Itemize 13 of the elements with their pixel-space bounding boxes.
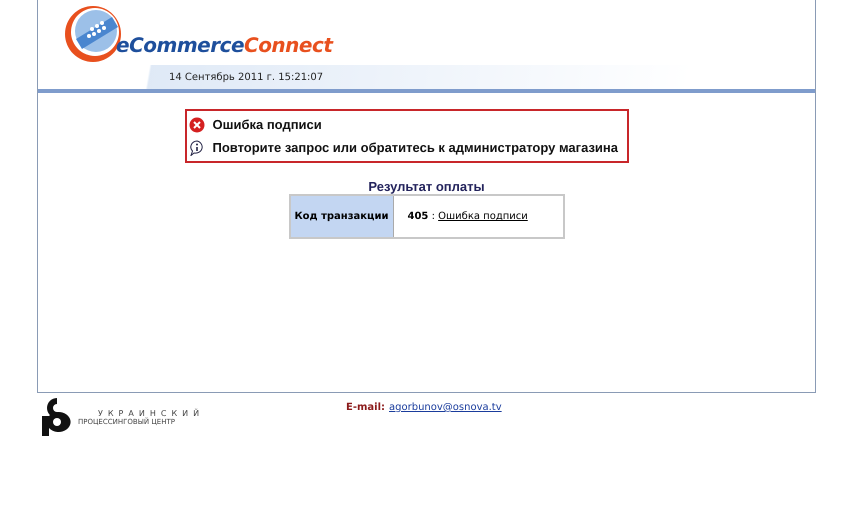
- message-text: Ошибка подписи: [212, 117, 322, 132]
- info-icon: [188, 140, 204, 156]
- date-time: 14 Сентябрь 2011 г. 15:21:07: [169, 72, 324, 82]
- label-cell: Код транзакции: [290, 195, 393, 238]
- value-cell: 405 : Ошибка подписи: [393, 195, 564, 238]
- error-icon: [188, 116, 204, 132]
- message-text: Повторите запрос или обратитесь к администратору магазина: [212, 140, 618, 155]
- email-label: E-mail:: [346, 402, 386, 413]
- org-name-line: УКРАИНСКИЙ: [97, 408, 204, 418]
- error-link[interactable]: Ошибка подписи: [438, 211, 528, 222]
- email-link[interactable]: agorbunov@osnova.tv: [389, 402, 502, 413]
- logo-text: eCommerceConnect: [116, 33, 332, 57]
- result-title: Результат оплаты: [368, 179, 485, 194]
